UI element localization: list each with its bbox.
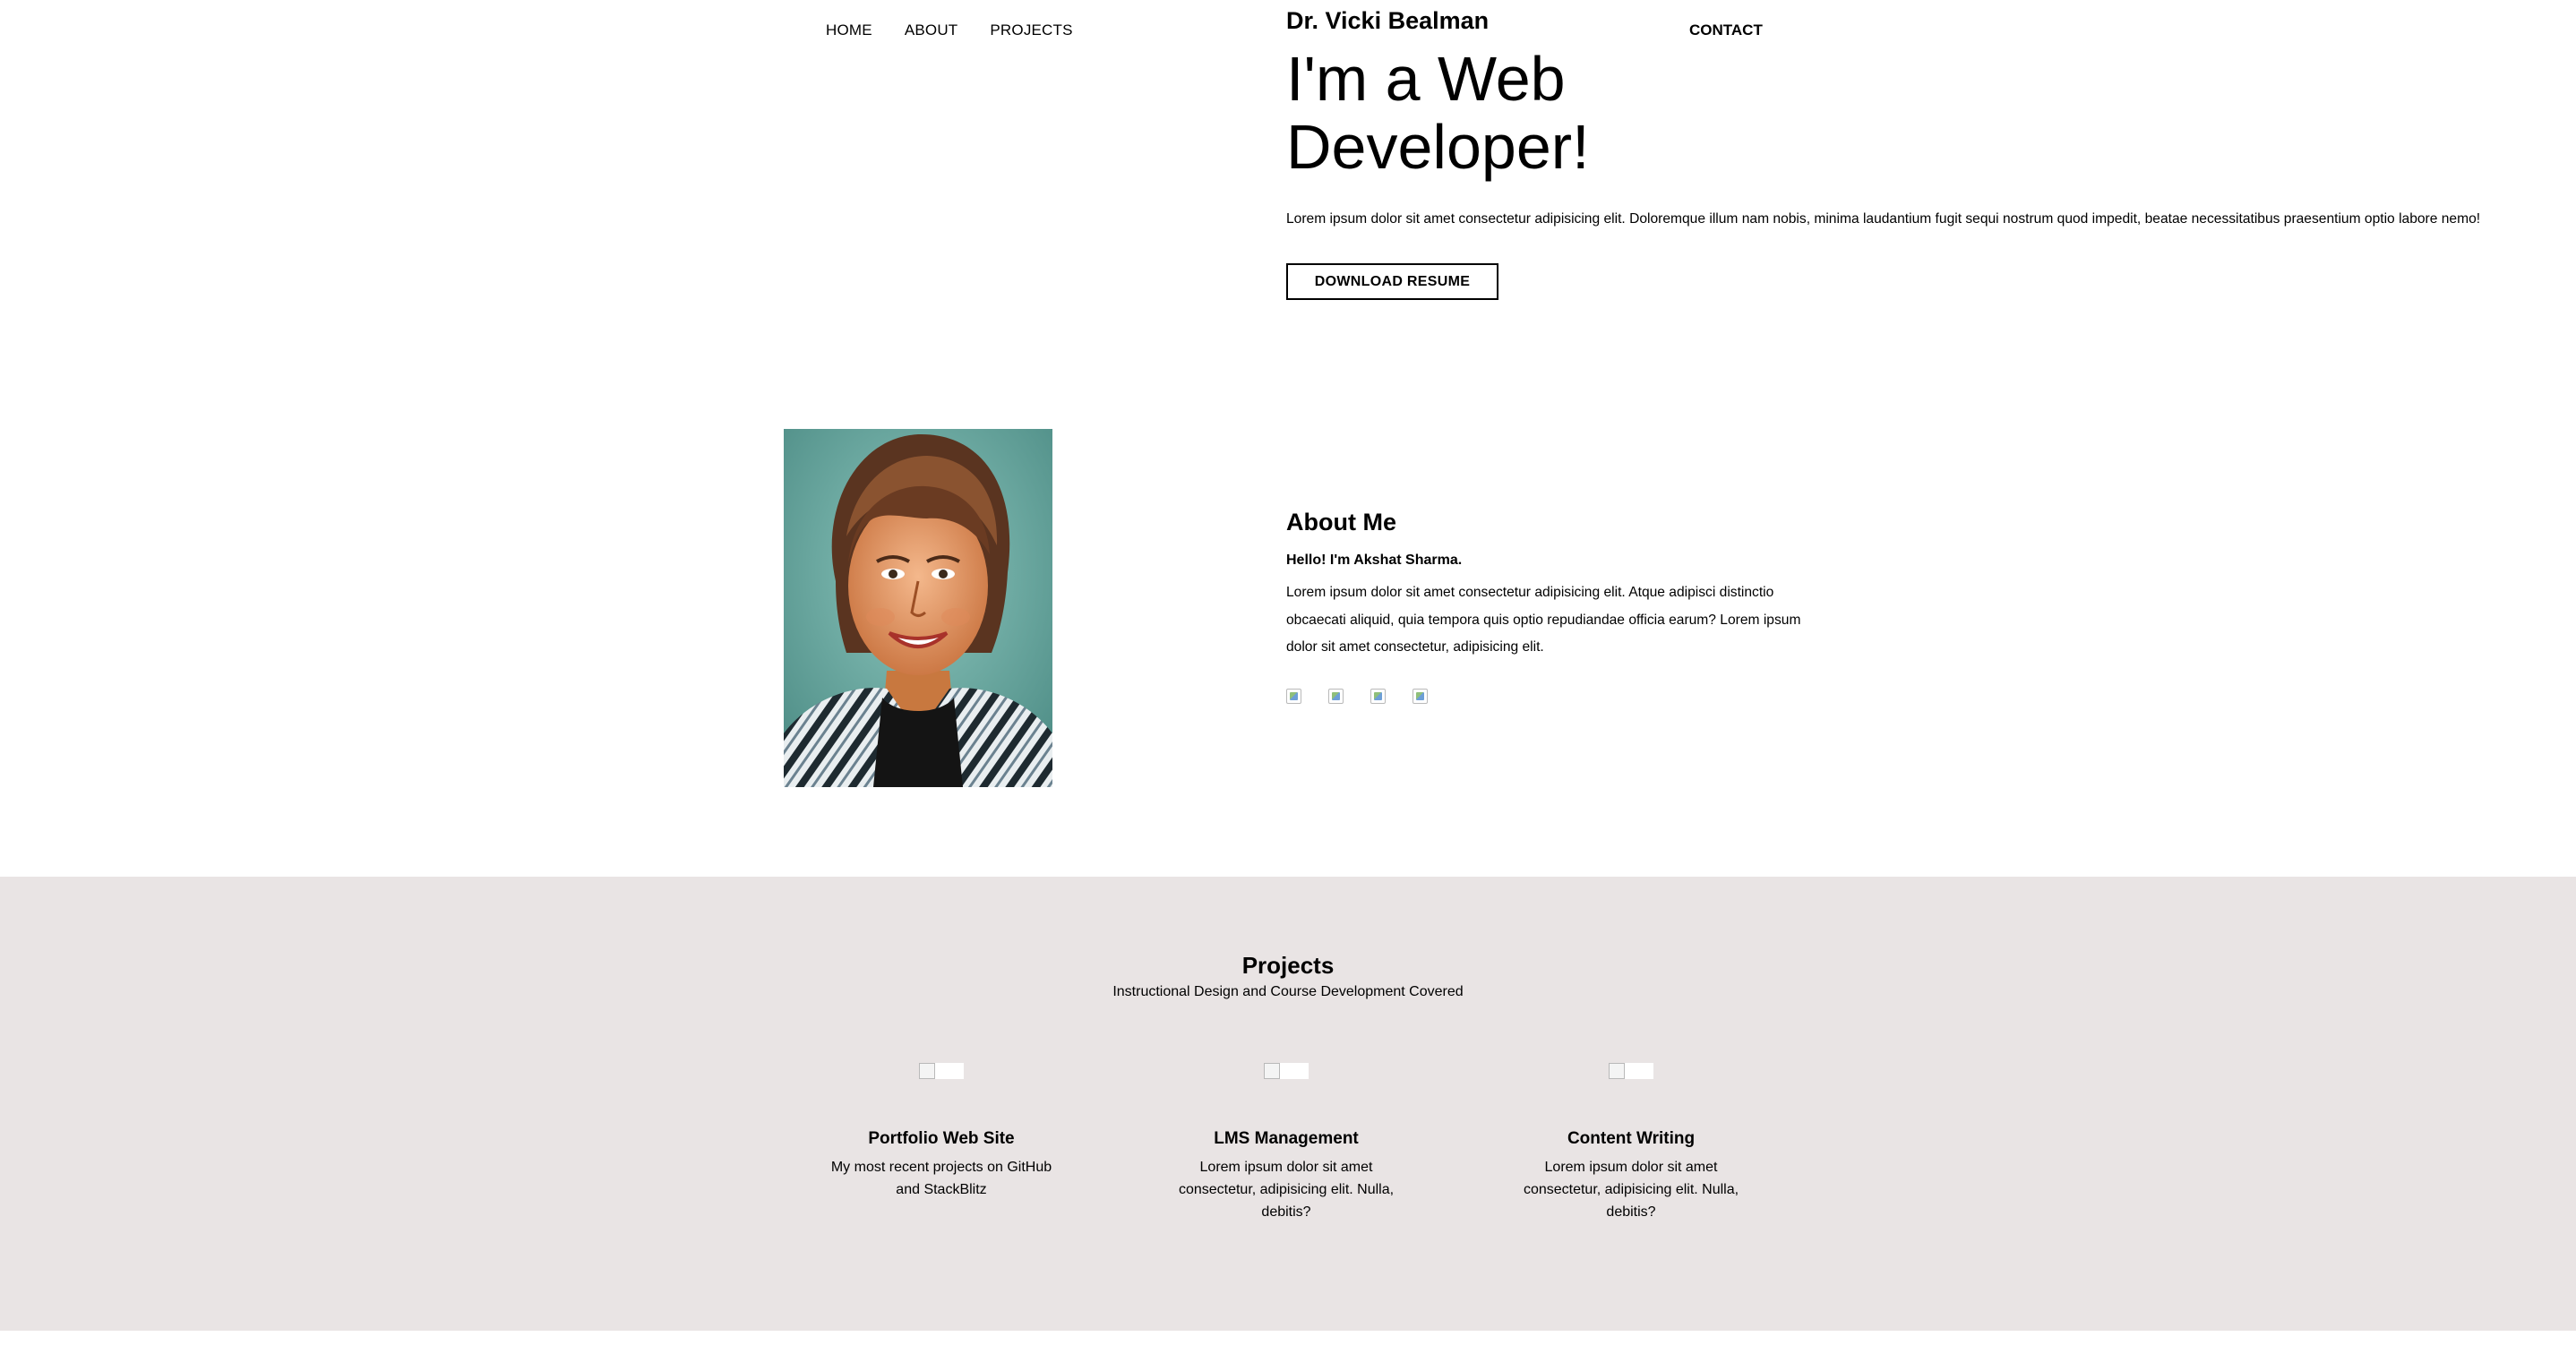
projects-heading: Projects xyxy=(1241,952,1335,979)
project-card[interactable]: Content Writing Lorem ipsum dolor sit am… xyxy=(1497,1063,1765,1223)
hero-title: I'm a Web Developer! xyxy=(1286,44,1590,182)
about-greeting: Hello! I'm Akshat Sharma. xyxy=(1286,553,1463,568)
download-resume-button[interactable]: DOWNLOAD RESUME xyxy=(1286,263,1498,300)
project-title: Content Writing xyxy=(1567,1129,1696,1148)
main-nav: HOME ABOUT PROJECTS xyxy=(826,21,1073,39)
broken-image-icon[interactable] xyxy=(1413,688,1428,704)
project-description: Lorem ipsum dolor sit amet consectetur, … xyxy=(1523,1160,1739,1220)
project-title: Portfolio Web Site xyxy=(868,1129,1015,1148)
portfolio-page: HOME ABOUT PROJECTS CONTACT Dr. Vicki Be… xyxy=(0,0,2576,1345)
hero-text: Lorem ipsum dolor sit amet consectetur a… xyxy=(1286,211,2481,227)
broken-image-icon xyxy=(1264,1063,1309,1079)
about-text: Lorem ipsum dolor sit amet consectetur a… xyxy=(1286,585,1801,655)
project-title: LMS Management xyxy=(1214,1129,1359,1148)
broken-image-icon[interactable] xyxy=(1286,688,1301,704)
projects-section: Projects Instructional Design and Course… xyxy=(0,877,2576,1331)
about-heading: About Me xyxy=(1286,509,1396,535)
nav-projects-link[interactable]: PROJECTS xyxy=(990,21,1072,39)
projects-subtitle: Instructional Design and Course Developm… xyxy=(1112,984,1464,999)
broken-image-icon xyxy=(919,1063,964,1079)
portrait-image xyxy=(784,429,1052,787)
hero-section: Dr. Vicki Bealman I'm a Web Developer! L… xyxy=(1286,7,2558,300)
about-section: About Me Hello! I'm Akshat Sharma. Lorem… xyxy=(1286,509,1806,704)
broken-image-icon[interactable] xyxy=(1328,688,1344,704)
project-card[interactable]: Portfolio Web Site My most recent projec… xyxy=(807,1063,1076,1201)
hero-name: Dr. Vicki Bealman xyxy=(1286,7,1490,34)
nav-about-link[interactable]: ABOUT xyxy=(905,21,958,39)
social-links xyxy=(1286,688,1806,704)
broken-image-icon[interactable] xyxy=(1370,688,1386,704)
project-description: Lorem ipsum dolor sit amet consectetur, … xyxy=(1178,1160,1395,1220)
project-card[interactable]: LMS Management Lorem ipsum dolor sit ame… xyxy=(1152,1063,1421,1223)
project-description: My most recent projects on GitHub and St… xyxy=(830,1160,1052,1197)
broken-image-icon xyxy=(1609,1063,1653,1079)
nav-home-link[interactable]: HOME xyxy=(826,21,872,39)
